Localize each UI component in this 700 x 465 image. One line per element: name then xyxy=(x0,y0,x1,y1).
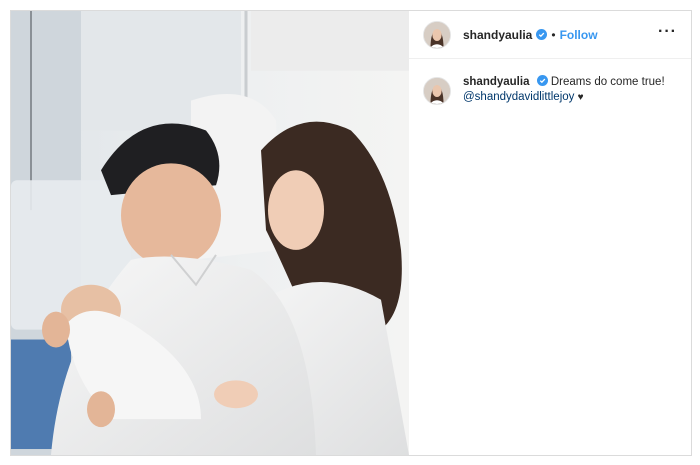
family-photo-illustration xyxy=(11,11,409,455)
more-options-icon[interactable]: ··· xyxy=(658,23,677,43)
username-link[interactable]: shandyaulia xyxy=(463,28,532,42)
verified-badge-icon xyxy=(536,75,548,86)
follow-button[interactable]: Follow xyxy=(560,28,598,42)
separator-dot: • xyxy=(551,27,556,42)
caption-body: shandyaulia Dreams do come true! @shandy… xyxy=(463,75,665,105)
heart-emoji: ♥ xyxy=(577,92,584,103)
caption-text: Dreams do come true! xyxy=(550,76,665,88)
user-line: shandyaulia • Follow xyxy=(463,28,658,42)
caption-comment: shandyaulia Dreams do come true! @shandy… xyxy=(409,59,691,105)
post-side-panel: shandyaulia • Follow ··· shandyaulia Dre… xyxy=(409,11,691,455)
post-header: shandyaulia • Follow ··· xyxy=(409,11,691,59)
caption-username-link[interactable]: shandyaulia xyxy=(463,76,529,88)
avatar[interactable] xyxy=(423,77,451,105)
instagram-post: shandyaulia • Follow ··· shandyaulia Dre… xyxy=(10,10,692,456)
avatar[interactable] xyxy=(423,20,451,49)
verified-badge-icon xyxy=(536,29,548,40)
post-photo[interactable] xyxy=(11,11,409,455)
profile-photo xyxy=(424,78,450,104)
profile-photo xyxy=(424,21,450,48)
mention-link[interactable]: @shandydavidlittlejoy xyxy=(463,91,574,103)
